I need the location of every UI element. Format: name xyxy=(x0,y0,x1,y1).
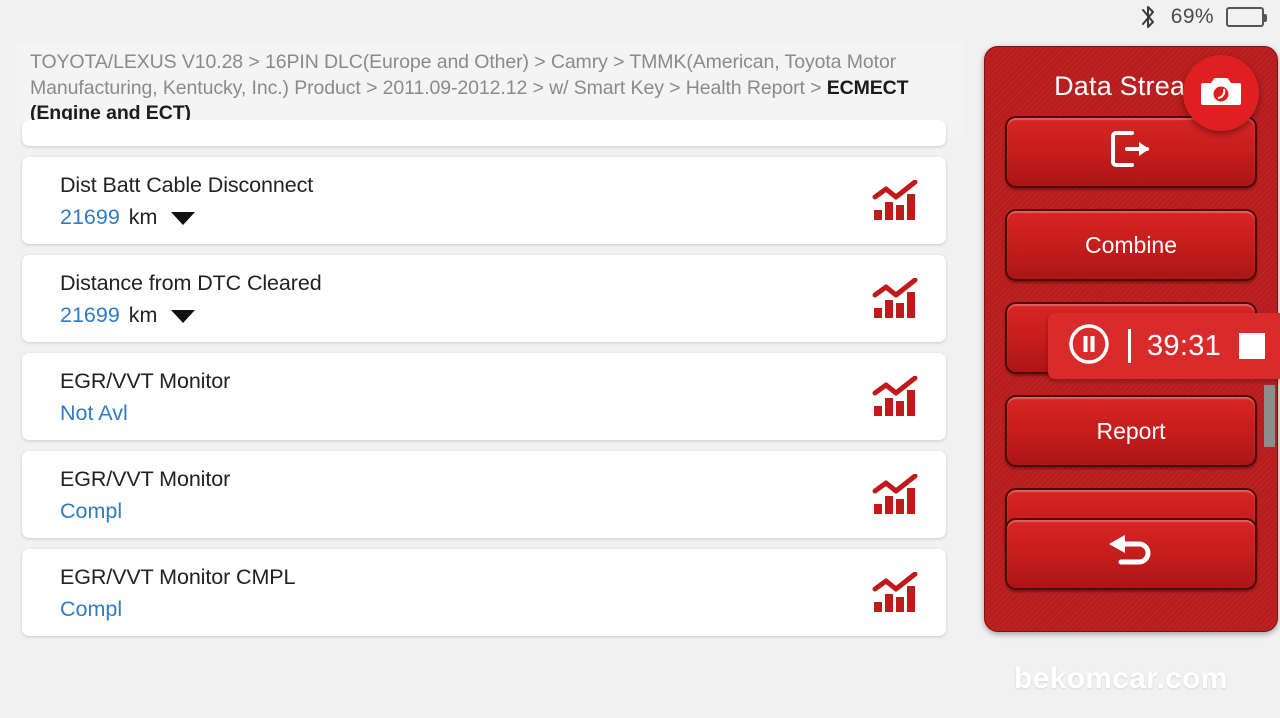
list-item-label: EGR/VVT Monitor xyxy=(60,368,926,394)
breadcrumb-separator: > xyxy=(810,77,827,99)
caret-down-icon[interactable] xyxy=(171,212,195,225)
recording-bar[interactable]: 39:31 xyxy=(1048,313,1280,379)
list-item-value-group: Not Avl xyxy=(60,400,926,426)
vertical-scrollbar[interactable] xyxy=(1264,385,1275,447)
status-bar: 69% xyxy=(0,0,1280,34)
list-item-label: Dist Batt Cable Disconnect xyxy=(60,172,926,198)
caret-down-icon[interactable] xyxy=(171,310,195,323)
camera-icon xyxy=(1200,74,1242,113)
list-item-value-group: Compl xyxy=(60,596,926,622)
exit-icon xyxy=(1109,129,1153,175)
battery-percent-label: 69% xyxy=(1171,5,1214,29)
data-stream-list[interactable]: Dist Batt Cable Disconnect 21699 km Dist… xyxy=(0,120,968,718)
back-arrow-icon xyxy=(1105,530,1157,578)
list-item[interactable]: EGR/VVT Monitor Compl xyxy=(22,451,946,538)
stop-square-icon[interactable] xyxy=(1239,333,1265,359)
combine-button[interactable]: Combine xyxy=(1005,209,1257,281)
list-item[interactable]: EGR/VVT Monitor Not Avl xyxy=(22,353,946,440)
list-item-value-group: 21699 km xyxy=(60,302,926,328)
recording-timer: 39:31 xyxy=(1147,330,1221,363)
list-item-value: Compl xyxy=(60,498,122,524)
list-item-value: 21699 xyxy=(60,302,120,328)
list-item-label: EGR/VVT Monitor CMPL xyxy=(60,564,926,590)
bluetooth-icon xyxy=(1139,4,1157,30)
list-item-label: Distance from DTC Cleared xyxy=(60,270,926,296)
bar-chart-icon[interactable] xyxy=(872,180,920,222)
camera-button[interactable] xyxy=(1183,55,1259,131)
watermark: bekomcar.com xyxy=(1014,662,1228,696)
list-item-value: Compl xyxy=(60,596,122,622)
list-item[interactable]: Dist Batt Cable Disconnect 21699 km xyxy=(22,157,946,244)
bar-chart-icon[interactable] xyxy=(872,474,920,516)
bar-chart-icon[interactable] xyxy=(872,572,920,614)
pause-circle-icon[interactable] xyxy=(1068,323,1110,370)
list-item-value-group: Compl xyxy=(60,498,926,524)
list-item-unit: km xyxy=(129,204,158,230)
list-item-label: EGR/VVT Monitor xyxy=(60,466,926,492)
list-item-value: 21699 xyxy=(60,204,120,230)
list-item-value-group: 21699 km xyxy=(60,204,926,230)
list-item[interactable]: Distance from DTC Cleared 21699 km xyxy=(22,255,946,342)
combine-label: Combine xyxy=(1085,232,1177,259)
battery-icon xyxy=(1226,7,1264,27)
list-item-value: Not Avl xyxy=(60,400,128,426)
list-item[interactable]: EGR/VVT Monitor CMPL Compl xyxy=(22,549,946,636)
breadcrumb-path: TOYOTA/LEXUS V10.28 > 16PIN DLC(Europe a… xyxy=(30,51,896,99)
list-item[interactable] xyxy=(22,120,946,146)
list-item-unit: km xyxy=(129,302,158,328)
report-button[interactable]: Report xyxy=(1005,395,1257,467)
recording-separator xyxy=(1128,329,1131,363)
bar-chart-icon[interactable] xyxy=(872,278,920,320)
bar-chart-icon[interactable] xyxy=(872,376,920,418)
report-label: Report xyxy=(1096,418,1165,445)
back-button[interactable] xyxy=(1005,518,1257,590)
